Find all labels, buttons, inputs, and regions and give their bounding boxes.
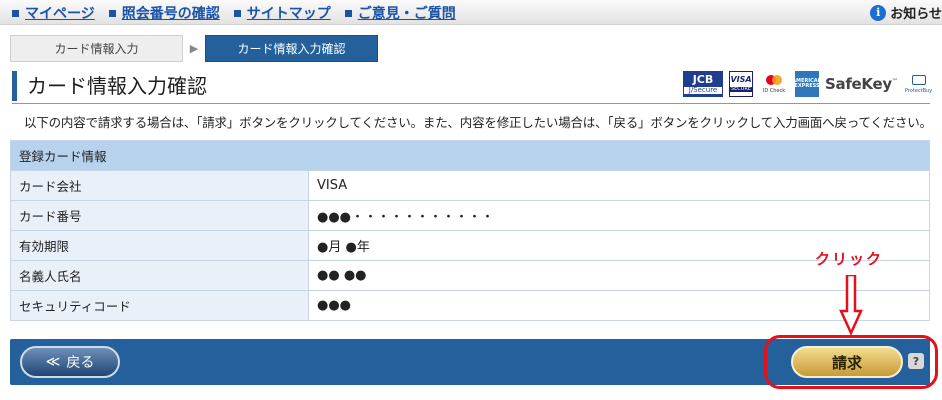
- brand-logos: JCB J/Secure VISA SECURE ID Check AMERIC…: [683, 70, 934, 98]
- table-row: 有効期限 ●月 ●年: [10, 230, 930, 261]
- help-icon[interactable]: ?: [908, 353, 924, 369]
- visa-secure-logo: VISA SECURE: [729, 71, 753, 97]
- table-row: 名義人氏名 ●● ●●: [10, 260, 930, 291]
- back-button[interactable]: ≪ 戻る: [20, 346, 120, 378]
- protectbuy-text: ProtectBuy: [904, 87, 933, 94]
- row-value: ●●●: [308, 290, 930, 321]
- jcb-jsecure-logo: JCB J/Secure: [683, 71, 723, 97]
- table-header-row: 登録カード情報: [10, 140, 930, 171]
- jsecure-text: J/Secure: [684, 87, 722, 94]
- back-button-label: 戻る: [66, 355, 95, 371]
- top-nav-links: マイページ 照会番号の確認 サイトマップ ご意見・ご質問: [12, 3, 456, 23]
- square-bullet-icon: [12, 9, 19, 17]
- mastercard-id-check-logo: ID Check: [759, 71, 789, 97]
- table-header: 登録カード情報: [10, 140, 930, 171]
- page-title: カード情報入力確認: [12, 71, 207, 101]
- nav-link-label: マイページ: [25, 6, 95, 22]
- row-label: カード会社: [10, 170, 309, 201]
- id-check-text: ID Check: [762, 87, 786, 94]
- down-arrow-icon: [839, 275, 863, 335]
- safekey-text: SafeKey: [825, 75, 892, 93]
- row-label: セキュリティコード: [10, 290, 309, 321]
- square-bullet-icon: [108, 9, 116, 17]
- safekey-logo: SafeKey™: [825, 75, 898, 93]
- nav-link-label: 照会番号の確認: [121, 6, 220, 22]
- mastercard-circles-icon: [766, 74, 782, 85]
- notice-link[interactable]: i お知らせ: [870, 3, 942, 22]
- row-value: ●●●・・・・・・・・・・・: [308, 200, 930, 231]
- nav-link-reference-number[interactable]: 照会番号の確認: [108, 3, 220, 23]
- instruction-text: 以下の内容で請求する場合は、「請求」ボタンをクリックしてください。また、内容を修…: [24, 115, 932, 130]
- progress-steps: カード情報入力 ▶ カード情報入力確認: [10, 35, 378, 62]
- card-info-table: 登録カード情報 カード会社 VISA カード番号 ●●●・・・・・・・・・・・ …: [10, 140, 930, 321]
- table-row: セキュリティコード ●●●: [10, 290, 930, 321]
- click-annotation: クリック: [815, 250, 884, 268]
- row-label: 有効期限: [10, 230, 309, 261]
- step-card-input: カード情報入力: [10, 35, 183, 62]
- table-row: カード会社 VISA: [10, 170, 930, 201]
- action-bar: ≪ 戻る 請求 ?: [10, 339, 930, 385]
- double-chevron-left-icon: ≪: [45, 354, 61, 370]
- card-icon: [911, 74, 926, 85]
- nav-link-label: ご意見・ご質問: [357, 6, 456, 22]
- notice-label: お知らせ: [890, 7, 942, 22]
- submit-button[interactable]: 請求: [791, 346, 903, 378]
- visa-logo-text: VISA: [730, 75, 752, 84]
- nav-link-label: サイトマップ: [246, 6, 331, 22]
- row-label: カード番号: [10, 200, 309, 231]
- step-arrow-icon: ▶: [189, 42, 199, 55]
- table-row: カード番号 ●●●・・・・・・・・・・・: [10, 200, 930, 231]
- nav-link-mypage[interactable]: マイページ: [12, 3, 95, 23]
- top-nav: マイページ 照会番号の確認 サイトマップ ご意見・ご質問 i お知らせ: [0, 0, 942, 25]
- nav-link-sitemap[interactable]: サイトマップ: [233, 3, 331, 23]
- title-divider: [12, 103, 930, 104]
- square-bullet-icon: [233, 9, 241, 17]
- row-label: 名義人氏名: [10, 260, 309, 291]
- row-value: VISA: [308, 170, 930, 201]
- step-card-confirm: カード情報入力確認: [205, 35, 378, 62]
- amex-logo: AMERICAN EXPRESS: [792, 71, 822, 97]
- square-bullet-icon: [344, 9, 352, 17]
- protectbuy-logo: ProtectBuy: [904, 71, 934, 97]
- jcb-logo-text: JCB: [692, 73, 714, 86]
- info-icon: i: [870, 4, 887, 21]
- submit-button-label: 請求: [831, 353, 862, 372]
- nav-link-feedback[interactable]: ご意見・ご質問: [344, 3, 456, 23]
- visa-secure-text: SECURE: [730, 86, 752, 92]
